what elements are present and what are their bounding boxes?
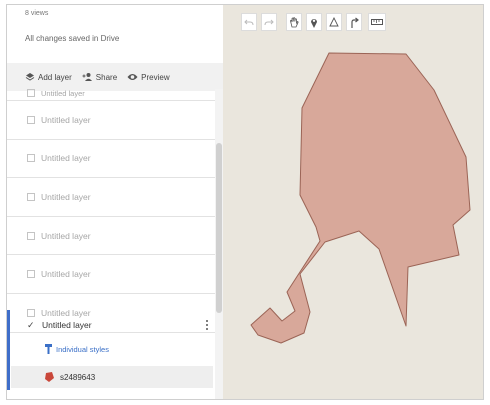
layer-actions-bar: Add layer Share Preview	[7, 63, 223, 91]
layer-label: Untitled layer	[41, 230, 91, 241]
layer-label: Untitled layer	[41, 191, 91, 202]
polygon-feature-icon	[45, 372, 54, 382]
active-layer-header: ✓ Untitled layer	[27, 320, 92, 330]
layer-label: Untitled layer	[41, 114, 91, 125]
active-layer[interactable]: ✓ Untitled layer Individual styles s2489…	[7, 310, 215, 390]
add-layer-label: Add layer	[38, 72, 72, 82]
layer-item[interactable]: Untitled layer	[7, 140, 215, 179]
preview-label: Preview	[141, 72, 170, 82]
add-person-icon	[82, 73, 92, 81]
active-layer-indicator	[7, 310, 10, 390]
drawn-polygon[interactable]	[223, 5, 483, 399]
layer-checkbox[interactable]	[27, 192, 35, 201]
layers-panel: 8 views All changes saved in Drive Add l…	[7, 5, 224, 399]
layer-checkbox[interactable]	[27, 270, 35, 279]
layer-item[interactable]: Untitled layer	[7, 89, 215, 101]
layer-item[interactable]: Untitled layer	[7, 101, 215, 140]
layer-options-icon[interactable]	[204, 318, 210, 332]
checkmark-icon[interactable]: ✓	[27, 320, 36, 330]
layer-checkbox[interactable]	[27, 115, 35, 124]
layer-list-scrollbar[interactable]	[215, 89, 223, 399]
layer-checkbox[interactable]	[27, 231, 35, 240]
scrollbar-thumb[interactable]	[216, 143, 222, 313]
individual-styles-link[interactable]: Individual styles	[45, 344, 109, 354]
add-layer-icon	[25, 73, 35, 81]
map-canvas[interactable]	[223, 5, 483, 399]
preview-button[interactable]: Preview	[127, 72, 170, 82]
layer-item[interactable]: Untitled layer	[7, 217, 215, 256]
layer-label: Untitled layer	[41, 89, 85, 98]
save-status: All changes saved in Drive	[25, 34, 120, 43]
add-layer-button[interactable]: Add layer	[25, 72, 72, 82]
paint-roller-icon	[45, 344, 52, 354]
layer-item[interactable]: Untitled layer	[7, 178, 215, 217]
app-frame: 8 views All changes saved in Drive Add l…	[6, 4, 484, 400]
layer-item[interactable]: Untitled layer	[7, 255, 215, 294]
active-layer-label: Untitled layer	[42, 320, 92, 330]
layer-checkbox[interactable]	[27, 154, 35, 163]
share-label: Share	[95, 72, 118, 82]
individual-styles-label: Individual styles	[56, 344, 109, 354]
layer-label: Untitled layer	[41, 153, 91, 164]
layer-label: Untitled layer	[41, 269, 91, 280]
share-button[interactable]: Share	[82, 72, 117, 82]
views-count: 8 views	[25, 10, 49, 17]
polygon-shape[interactable]	[250, 52, 471, 344]
feature-item[interactable]: s2489643	[11, 366, 213, 388]
layer-list: Untitled layer Untitled layer Untitled l…	[7, 89, 215, 333]
map-header: 8 views All changes saved in Drive	[7, 5, 223, 63]
feature-name: s2489643	[60, 372, 96, 382]
layer-checkbox[interactable]	[27, 89, 35, 97]
eye-icon	[127, 74, 138, 80]
